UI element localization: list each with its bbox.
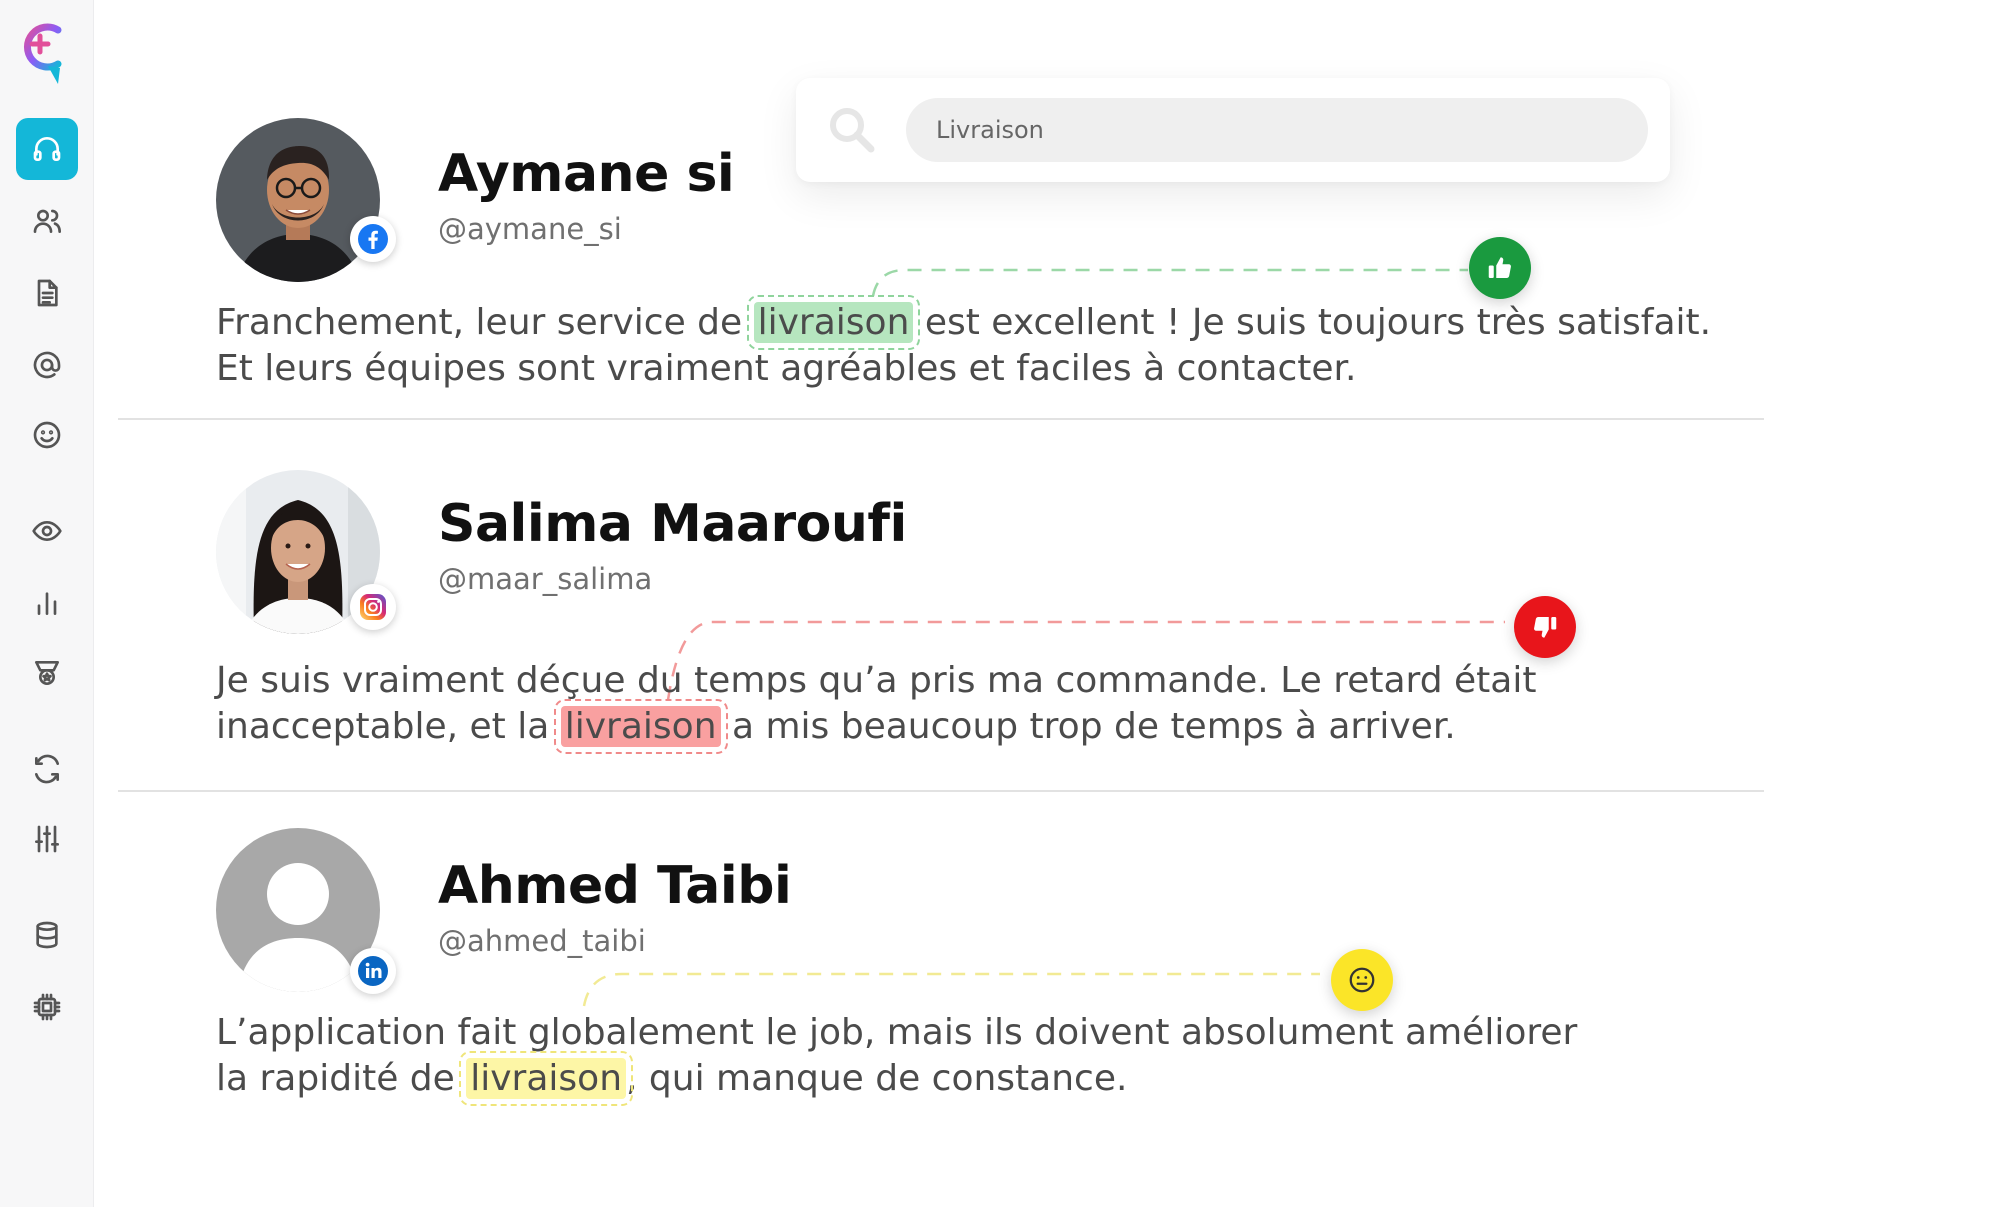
divider — [118, 790, 1764, 792]
divider — [118, 418, 1764, 420]
badge-icon — [35, 661, 59, 685]
facebook-badge[interactable] — [350, 216, 396, 262]
user-name[interactable]: Aymane si — [438, 144, 735, 204]
refresh-icon — [35, 754, 59, 784]
keyword-highlight: livraison — [459, 1051, 634, 1106]
search-icon[interactable] — [826, 104, 878, 156]
nav-settings[interactable] — [16, 808, 78, 870]
nav-database[interactable] — [16, 904, 78, 966]
smile-icon — [33, 421, 61, 449]
user-handle[interactable]: @maar_salima — [438, 562, 652, 596]
user-name[interactable]: Salima Maaroufi — [438, 494, 907, 554]
search-bar — [796, 78, 1670, 182]
post-text: Je suis vraiment déçue du temps qu’a pri… — [216, 660, 1537, 754]
instagram-icon — [360, 594, 386, 620]
document-icon — [37, 279, 58, 307]
at-sign-icon — [33, 351, 61, 379]
negative-sentiment-indicator — [1514, 596, 1576, 658]
thumbs-up-icon — [1488, 257, 1511, 278]
keyword-highlight: livraison — [746, 295, 921, 350]
nav-documents[interactable] — [16, 262, 78, 324]
sidebar — [0, 0, 94, 1207]
search-input[interactable] — [906, 98, 1648, 162]
nav-sync[interactable] — [16, 738, 78, 800]
nav-integrations[interactable] — [16, 976, 78, 1038]
avatar[interactable] — [216, 118, 380, 282]
nav-users[interactable] — [16, 190, 78, 252]
database-icon — [36, 921, 58, 949]
user-handle[interactable]: @aymane_si — [438, 212, 622, 246]
facebook-icon — [358, 224, 388, 254]
linkedin-icon — [358, 956, 388, 986]
users-icon — [33, 209, 61, 233]
eye-icon — [32, 521, 62, 541]
nav-monitoring[interactable] — [16, 500, 78, 562]
post-text: L’application fait globalement le job, m… — [216, 1012, 1578, 1106]
instagram-badge[interactable] — [350, 584, 396, 630]
nav-badges[interactable] — [16, 642, 78, 704]
nav-headphones[interactable] — [16, 118, 78, 180]
bar-chart-icon — [37, 592, 57, 615]
neutral-sentiment-indicator — [1331, 949, 1393, 1011]
user-photo — [216, 118, 380, 282]
nav-sentiment[interactable] — [16, 404, 78, 466]
headphones-icon — [33, 137, 61, 161]
positive-sentiment-indicator — [1469, 237, 1531, 299]
chip-icon — [33, 993, 61, 1021]
thumbs-down-icon — [1534, 617, 1557, 638]
keyword-highlight: livraison — [553, 699, 728, 754]
sliders-icon — [35, 825, 59, 853]
nav-analytics[interactable] — [16, 572, 78, 634]
user-handle[interactable]: @ahmed_taibi — [438, 924, 646, 958]
user-name[interactable]: Ahmed Taibi — [438, 856, 792, 916]
brand-logo[interactable] — [18, 22, 66, 88]
post-text: Franchement, leur service de livraison e… — [216, 295, 1712, 389]
linkedin-badge[interactable] — [350, 948, 396, 994]
nav-mentions[interactable] — [16, 334, 78, 396]
neutral-face-icon — [1349, 967, 1375, 993]
